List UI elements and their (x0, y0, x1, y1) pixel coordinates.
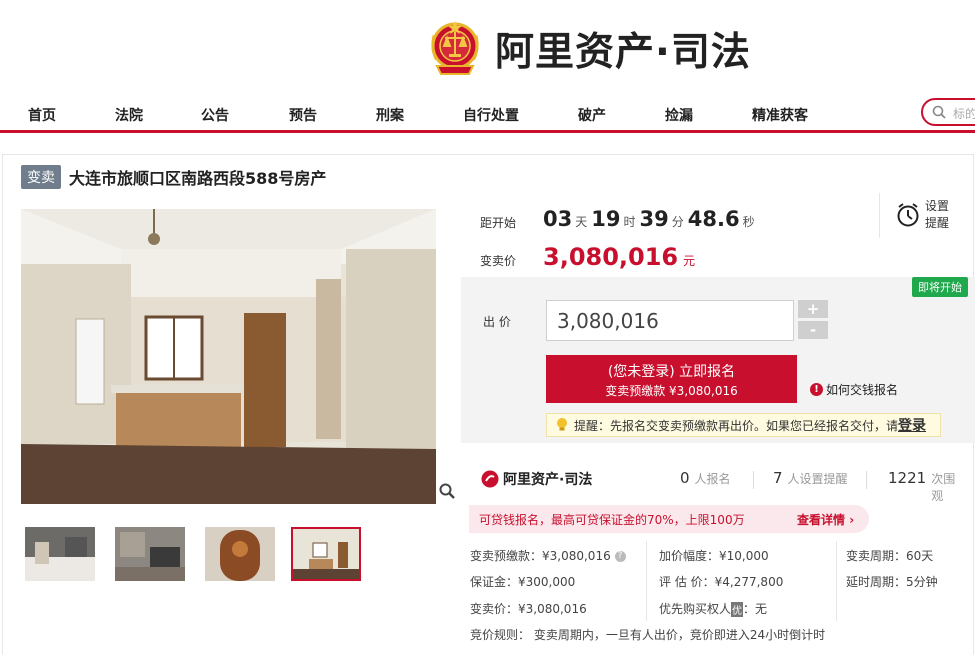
nav-precise-customer[interactable]: 精准获客 (752, 105, 808, 125)
alarm-clock-icon (897, 203, 919, 227)
view-stat: 1221 次围观 (888, 469, 961, 504)
signup-count: 0 (680, 469, 690, 487)
prepay-text: 变卖预缴款：¥3,080,016 (470, 549, 611, 563)
bid-label: 出 价 (483, 315, 511, 329)
bid-panel: 即将开始 出 价 3,080,016 + - (您未登录) 立即报名 变卖预缴款… (461, 277, 975, 443)
nav-criminal[interactable]: 刑案 (376, 105, 404, 125)
set-reminder-button[interactable]: 设置提醒 (879, 193, 969, 238)
price-label: 变卖价 (480, 254, 517, 268)
auction-panel: 变卖 大连市旅顺口区南路西段588号房产 距开始 03 天 19 时 39 分 … (2, 154, 975, 655)
thumbnail-image (115, 527, 185, 581)
main-photo[interactable] (21, 209, 436, 504)
minutes-unit: 分 (671, 215, 684, 229)
remind-stat: 7 人设置提醒 (773, 469, 848, 487)
countdown-days: 03 (543, 207, 573, 231)
divider (753, 471, 754, 489)
countdown-label: 距开始 (480, 216, 517, 230)
divider (866, 471, 867, 489)
how-to-pay-link[interactable]: ! 如何交钱报名 (810, 381, 898, 398)
brand-name: 阿里资产·司法 (495, 30, 751, 75)
thumbnail-3[interactable] (205, 527, 275, 581)
remind-count: 7 (773, 469, 783, 487)
nav-announcement[interactable]: 公告 (201, 105, 229, 125)
loan-promo-text: 可贷钱报名，最高可贷保证金的70%，上限100万 (479, 512, 745, 527)
lightbulb-icon (557, 418, 567, 431)
room-photo-image (21, 209, 436, 504)
divider (836, 541, 837, 621)
thumbnail-image (25, 527, 95, 581)
info-icon: ! (810, 383, 823, 396)
decrease-bid-button[interactable]: - (798, 321, 828, 339)
nav-bargain[interactable]: 捡漏 (665, 105, 693, 125)
nav-court[interactable]: 法院 (115, 105, 143, 125)
ali-asset-logo-icon (481, 470, 499, 488)
search-input[interactable]: 标的 (921, 98, 975, 126)
current-price: 3,080,016 元 (543, 243, 695, 271)
reminder-hint: 提醒：先报名交变卖预缴款再出价。如果您已经报名交付，请 登录 (546, 413, 941, 437)
increment-info: 加价幅度：¥10,000 (659, 549, 769, 563)
view-unit: 次围观 (931, 472, 956, 503)
nav-self-disposal[interactable]: 自行处置 (463, 105, 519, 125)
appraisal-info: 评 估 价：¥4,277,800 (659, 575, 784, 589)
stats-row: 阿里资产·司法 0 人报名 7 人设置提醒 1221 次围观 (481, 465, 961, 503)
site-logo[interactable]: 阿里资产·司法 (427, 18, 751, 80)
bid-rule-info: 竞价规则： 变卖周期内，一旦有人出价，竞价即进入24小时倒计时 (470, 628, 826, 642)
countdown-seconds: 48.6 (687, 207, 740, 231)
bid-amount-field[interactable]: 3,080,016 (546, 300, 794, 341)
court-emblem-icon (431, 21, 479, 75)
divider (646, 541, 647, 621)
search-placeholder: 标的 (953, 107, 975, 121)
loan-promo-banner: 可贷钱报名，最高可贷保证金的70%，上限100万 查看详情 › (469, 505, 869, 533)
nav-bankruptcy[interactable]: 破产 (578, 105, 606, 125)
small-brand-logo: 阿里资产·司法 (481, 469, 592, 489)
days-unit: 天 (575, 215, 588, 229)
sale-type-tag: 变卖 (21, 165, 61, 189)
thumbnail-2[interactable] (115, 527, 185, 581)
price-value: 3,080,016 (543, 243, 679, 271)
countdown-hours: 19 (591, 207, 621, 231)
thumbnail-4-selected[interactable] (291, 527, 361, 581)
period-info: 变卖周期：60天 (846, 549, 934, 563)
help-icon[interactable]: ? (614, 551, 626, 562)
login-link[interactable]: 登录 (898, 415, 926, 435)
view-details-label: 查看详情 (797, 513, 846, 527)
priority-buyer-info: 优先购买权人优：无 (659, 600, 767, 617)
thumbnail-1[interactable] (25, 527, 95, 581)
search-icon (932, 105, 946, 119)
register-button-deposit: 变卖预缴款 ¥3,080,016 (605, 384, 738, 398)
item-title-row: 变卖 大连市旅顺口区南路西段588号房产 (21, 165, 326, 189)
increase-bid-button[interactable]: + (798, 300, 828, 318)
deposit-info: 保证金：¥300,000 (470, 575, 576, 589)
thumbnail-image (205, 527, 275, 581)
remind-unit: 人设置提醒 (787, 472, 848, 486)
register-now-button[interactable]: (您未登录) 立即报名 变卖预缴款 ¥3,080,016 (546, 355, 797, 403)
hint-text: 提醒：先报名交变卖预缴款再出价。如果您已经报名交付，请 (574, 418, 899, 433)
zoom-icon[interactable] (439, 483, 455, 499)
delay-info: 延时周期：5分钟 (846, 575, 938, 589)
priority-label: 优先购买权人 (659, 602, 732, 616)
nav-home[interactable]: 首页 (28, 105, 56, 125)
view-details-link[interactable]: 查看详情 › (797, 511, 854, 528)
prepay-info: 变卖预缴款：¥3,080,016 ? (470, 547, 626, 564)
set-reminder-label: 设置提醒 (925, 199, 950, 230)
signup-unit: 人报名 (694, 472, 731, 486)
how-to-pay-label: 如何交钱报名 (826, 383, 899, 397)
main-nav: 首页 法院 公告 预告 刑案 自行处置 破产 捡漏 精准获客 标的 (0, 95, 975, 133)
sale-price-info: 变卖价：¥3,080,016 (470, 602, 587, 616)
small-brand-name: 阿里资产·司法 (503, 472, 593, 488)
view-count: 1221 (888, 469, 927, 487)
hours-unit: 时 (623, 215, 636, 229)
countdown-timer: 03 天 19 时 39 分 48.6 秒 (543, 207, 759, 231)
signup-stat: 0 人报名 (680, 469, 731, 487)
countdown-minutes: 39 (639, 207, 669, 231)
price-unit: 元 (683, 254, 696, 268)
priority-badge: 优 (731, 602, 744, 617)
priority-value: ：无 (743, 602, 768, 616)
register-button-label: (您未登录) 立即报名 (607, 364, 736, 380)
nav-preview[interactable]: 预告 (289, 105, 317, 125)
item-title: 大连市旅顺口区南路西段588号房产 (69, 169, 327, 188)
seconds-unit: 秒 (742, 215, 755, 229)
status-badge: 即将开始 (912, 277, 968, 297)
thumbnail-image (293, 529, 359, 579)
